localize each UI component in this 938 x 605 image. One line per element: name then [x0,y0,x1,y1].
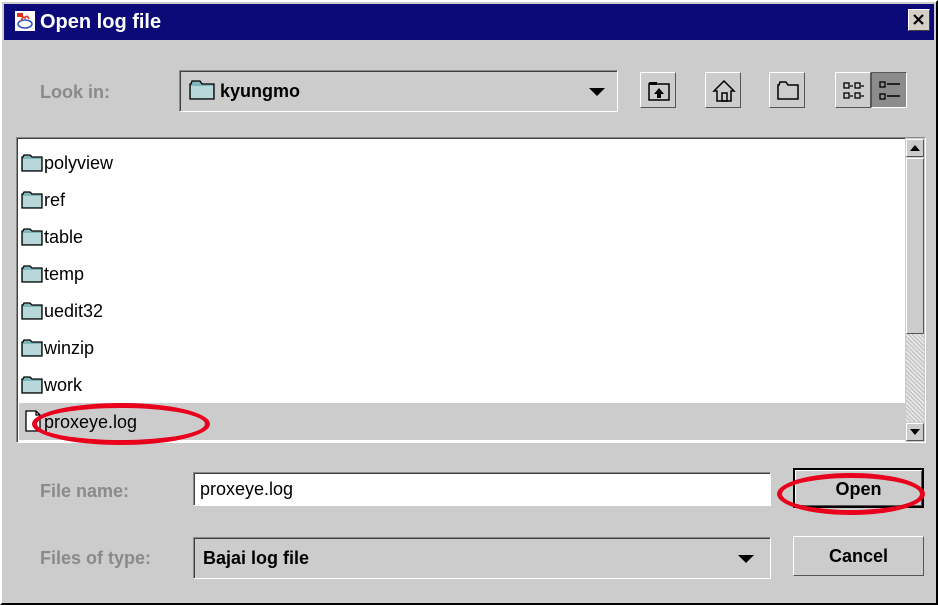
folder-icon [21,154,43,177]
close-icon [913,14,924,25]
files-of-type-label: Files of type: [40,548,152,568]
scroll-down-button[interactable] [906,423,924,441]
folder-icon [21,302,43,325]
list-item[interactable]: table [19,218,915,255]
folder-icon [21,228,43,251]
title-bar[interactable]: Open log file [4,4,934,40]
list-item[interactable]: uedit32 [19,292,915,329]
list-item-label: winzip [44,338,95,358]
list-item-label: uedit32 [44,301,104,321]
cancel-button[interactable]: Cancel [793,536,924,576]
files-of-type-value: Bajai log file [203,548,310,568]
look-in-combo[interactable]: kyungmo [179,70,618,112]
list-item[interactable]: ref [19,181,915,218]
file-name-label: File name: [40,481,130,501]
scroll-thumb[interactable] [906,158,924,334]
list-item[interactable]: work [19,366,915,403]
look-in-value: kyungmo [220,81,301,101]
details-view-icon [879,81,900,100]
folder-icon [21,339,43,362]
folder-icon [189,80,215,105]
file-list-rows: polyview ref table temp uedit32 winzip work pro… [19,144,915,440]
up-one-level-icon [648,82,670,101]
create-new-folder-icon [777,81,799,100]
folder-icon [21,376,43,399]
scroll-track[interactable] [906,334,924,422]
up-one-level-button[interactable] [640,72,676,108]
folder-icon [21,265,43,288]
list-item[interactable]: winzip [19,329,915,366]
file-list[interactable]: polyview ref table temp uedit32 winzip work pro… [16,137,926,443]
list-item[interactable]: temp [19,255,915,292]
home-icon [712,79,736,102]
close-button[interactable] [908,9,930,31]
list-view-button[interactable] [835,72,871,108]
open-button[interactable]: Open [793,468,924,508]
details-view-button[interactable] [871,72,907,108]
file-name-input[interactable] [193,472,771,506]
chevron-down-icon[interactable] [738,555,754,563]
files-of-type-combo[interactable]: Bajai log file [193,537,771,579]
java-app-icon [14,10,36,32]
list-view-icon [843,82,864,99]
list-item[interactable]: polyview [19,144,915,181]
dialog-title: Open log file [40,11,162,33]
create-new-folder-button[interactable] [769,72,805,108]
arrow-down-icon [910,429,920,435]
folder-icon [21,191,43,214]
open-log-file-dialog: Open log file Look in: kyungmo polyview … [0,0,938,605]
home-button[interactable] [705,72,741,108]
look-in-label: Look in: [40,82,110,102]
list-item-label: ref [44,190,66,210]
list-item-label: work [44,375,83,395]
list-item[interactable]: proxeye.log [19,403,915,440]
list-item-label: proxeye.log [44,412,138,432]
scroll-up-button[interactable] [906,139,924,157]
list-item-label: temp [44,264,85,284]
arrow-up-icon [910,145,920,151]
file-icon [25,410,41,437]
list-item-label: polyview [44,153,114,173]
list-item-label: table [44,227,84,247]
chevron-down-icon[interactable] [589,88,605,96]
vertical-scrollbar[interactable] [905,138,925,442]
